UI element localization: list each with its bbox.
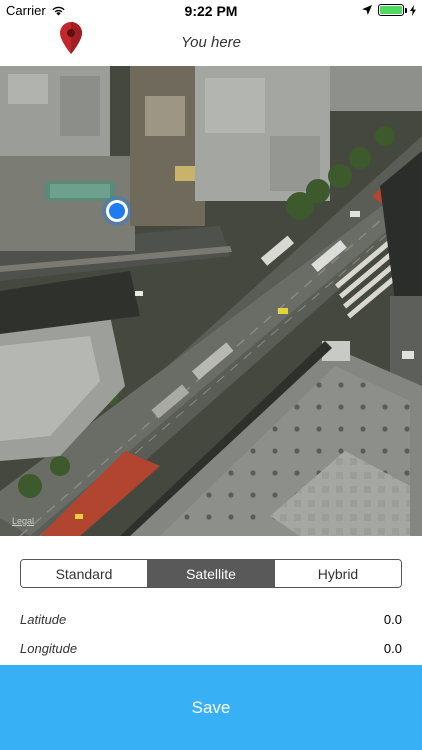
segment-hybrid[interactable]: Hybrid xyxy=(275,560,401,587)
segment-satellite[interactable]: Satellite xyxy=(148,560,275,587)
map-view[interactable]: Legal xyxy=(0,66,422,536)
location-arrow-icon xyxy=(362,5,372,15)
map-type-segmented-control: Standard Satellite Hybrid xyxy=(20,559,402,588)
longitude-value: 0.0 xyxy=(383,641,402,656)
latitude-value: 0.0 xyxy=(383,612,402,627)
save-button[interactable]: Save xyxy=(0,665,422,750)
nav-bar: You here xyxy=(0,22,422,66)
charging-bolt-icon xyxy=(410,4,416,16)
status-right xyxy=(362,4,416,16)
longitude-row: Longitude 0.0 xyxy=(20,639,402,659)
satellite-map-image xyxy=(0,66,422,536)
legal-link[interactable]: Legal xyxy=(12,516,34,526)
battery-icon xyxy=(378,4,407,16)
user-location-dot[interactable] xyxy=(102,196,132,226)
latitude-row: Latitude 0.0 xyxy=(20,610,402,630)
segment-standard[interactable]: Standard xyxy=(21,560,148,587)
page-title: You here xyxy=(180,34,242,51)
latitude-label: Latitude xyxy=(20,612,67,627)
status-time: 9:22 PM xyxy=(184,3,238,19)
status-bar: Carrier 9:22 PM xyxy=(0,0,422,22)
longitude-label: Longitude xyxy=(20,641,78,656)
